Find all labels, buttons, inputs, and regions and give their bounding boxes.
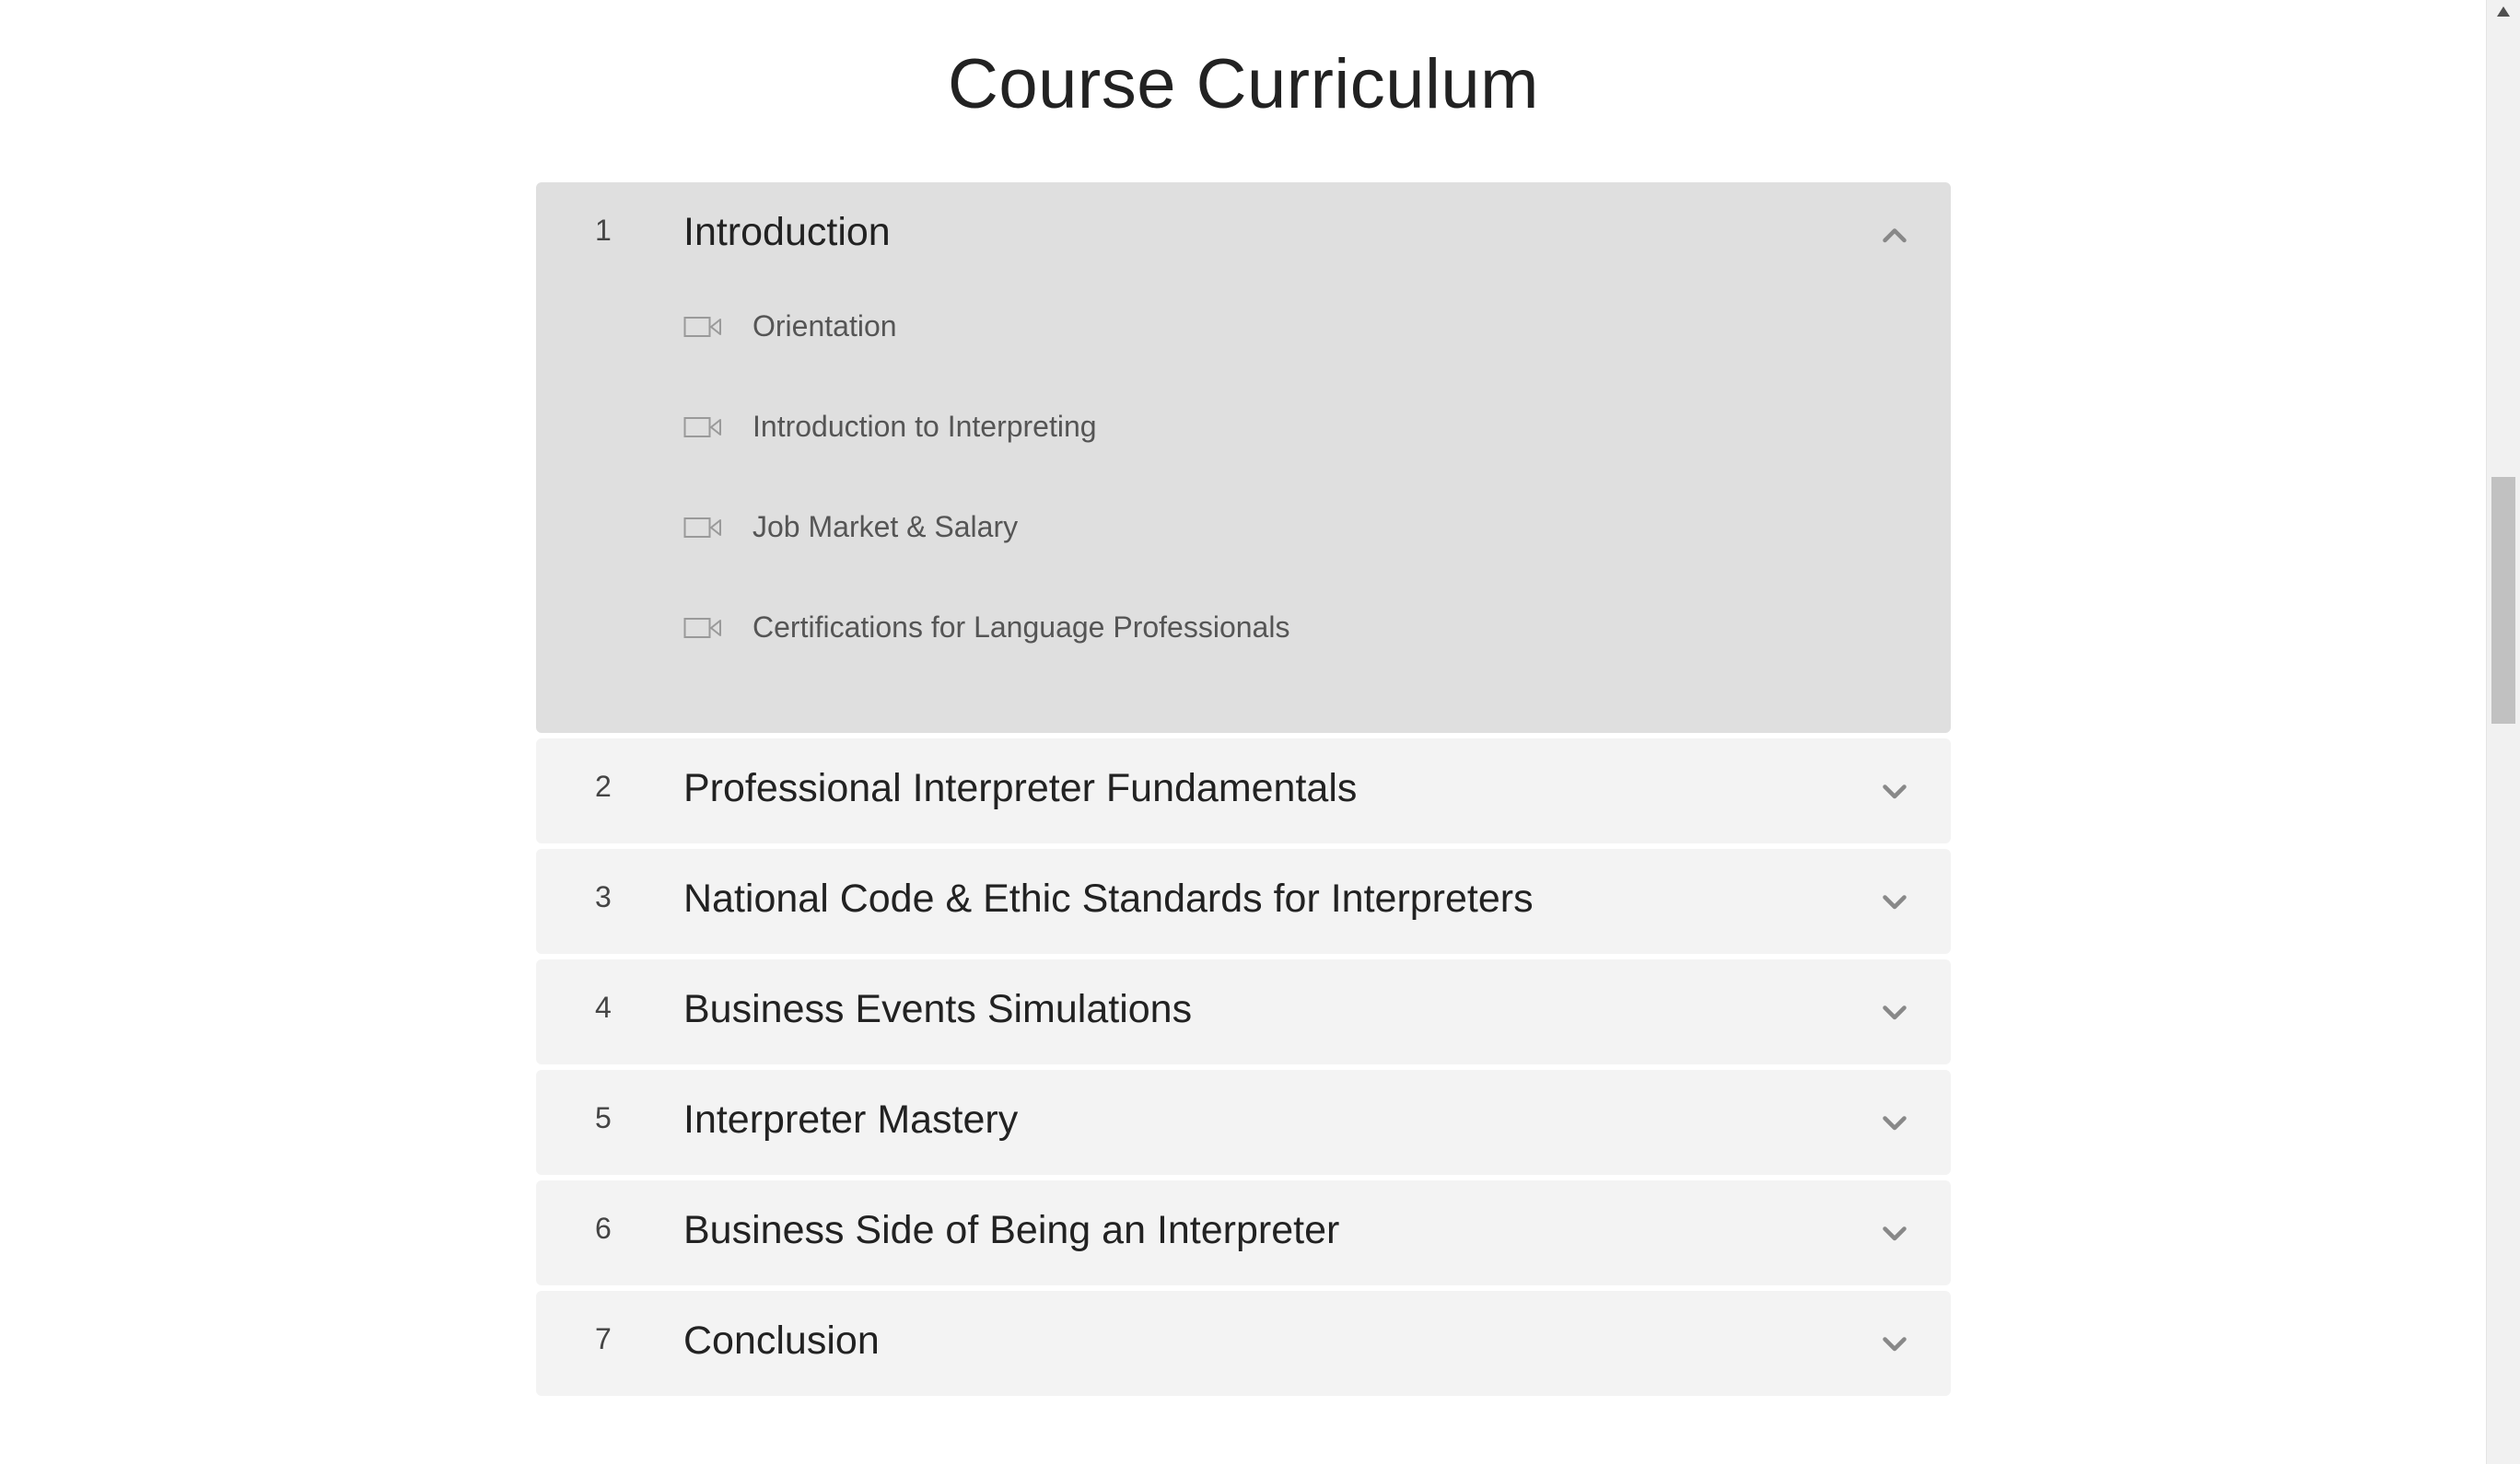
section-title: National Code & Ethic Standards for Inte…	[683, 877, 1534, 921]
scroll-up-arrow-icon[interactable]	[2494, 4, 2513, 20]
lesson-item[interactable]: Certifications for Language Professional…	[536, 588, 1951, 689]
section-1: 1 Introduction Orientation Introduction …	[536, 182, 1951, 733]
video-camera-icon	[683, 417, 721, 437]
section-number: 1	[595, 214, 612, 247]
section-title: Professional Interpreter Fundamentals	[683, 766, 1358, 810]
section-title: Introduction	[683, 210, 891, 254]
section-title: Conclusion	[683, 1319, 880, 1363]
lesson-item[interactable]: Job Market & Salary	[536, 488, 1951, 588]
vertical-scrollbar[interactable]	[2486, 0, 2520, 1464]
lesson-item[interactable]: Orientation	[536, 287, 1951, 388]
section-5: 5 Interpreter Mastery	[536, 1070, 1951, 1175]
section-number: 5	[595, 1101, 612, 1134]
section-number: 3	[595, 880, 612, 913]
section-4-header[interactable]: 4 Business Events Simulations	[536, 959, 1951, 1064]
lesson-label: Introduction to Interpreting	[752, 410, 1097, 443]
section-6-header[interactable]: 6 Business Side of Being an Interpreter	[536, 1180, 1951, 1285]
section-4: 4 Business Events Simulations	[536, 959, 1951, 1064]
chevron-down-icon[interactable]	[1881, 888, 1908, 915]
chevron-down-icon[interactable]	[1881, 1109, 1908, 1136]
section-number: 2	[595, 770, 612, 803]
lesson-label: Job Market & Salary	[752, 510, 1019, 543]
lesson-list: Orientation Introduction to Interpreting…	[536, 287, 1951, 689]
section-2: 2 Professional Interpreter Fundamentals	[536, 738, 1951, 843]
chevron-down-icon[interactable]	[1881, 777, 1908, 805]
section-number: 6	[595, 1212, 612, 1245]
section-7: 7 Conclusion	[536, 1291, 1951, 1396]
lesson-item[interactable]: Introduction to Interpreting	[536, 388, 1951, 488]
section-3: 3 National Code & Ethic Standards for In…	[536, 849, 1951, 954]
video-camera-icon	[683, 517, 721, 538]
chevron-down-icon[interactable]	[1881, 1219, 1908, 1247]
page: Course Curriculum 1 Introduction Orienta…	[0, 0, 2520, 1464]
page-title: Course Curriculum	[948, 45, 1539, 123]
section-title: Business Events Simulations	[683, 987, 1193, 1031]
lesson-label: Certifications for Language Professional…	[752, 610, 1290, 644]
section-6: 6 Business Side of Being an Interpreter	[536, 1180, 1951, 1285]
section-5-header[interactable]: 5 Interpreter Mastery	[536, 1070, 1951, 1175]
section-2-header[interactable]: 2 Professional Interpreter Fundamentals	[536, 738, 1951, 843]
chevron-up-icon[interactable]	[1881, 221, 1908, 249]
section-3-header[interactable]: 3 National Code & Ethic Standards for In…	[536, 849, 1951, 954]
section-1-header[interactable]: 1 Introduction	[536, 182, 1951, 287]
section-7-header[interactable]: 7 Conclusion	[536, 1291, 1951, 1396]
section-number: 4	[595, 991, 612, 1024]
chevron-down-icon[interactable]	[1881, 998, 1908, 1026]
chevron-down-icon[interactable]	[1881, 1330, 1908, 1357]
video-camera-icon	[683, 317, 721, 337]
section-number: 7	[595, 1322, 612, 1355]
curriculum-accordion: 1 Introduction Orientation Introduction …	[536, 182, 1951, 1401]
scrollbar-thumb[interactable]	[2491, 477, 2515, 724]
section-title: Interpreter Mastery	[683, 1098, 1019, 1142]
lesson-label: Orientation	[752, 309, 897, 343]
section-title: Business Side of Being an Interpreter	[683, 1208, 1340, 1252]
video-camera-icon	[683, 618, 721, 638]
